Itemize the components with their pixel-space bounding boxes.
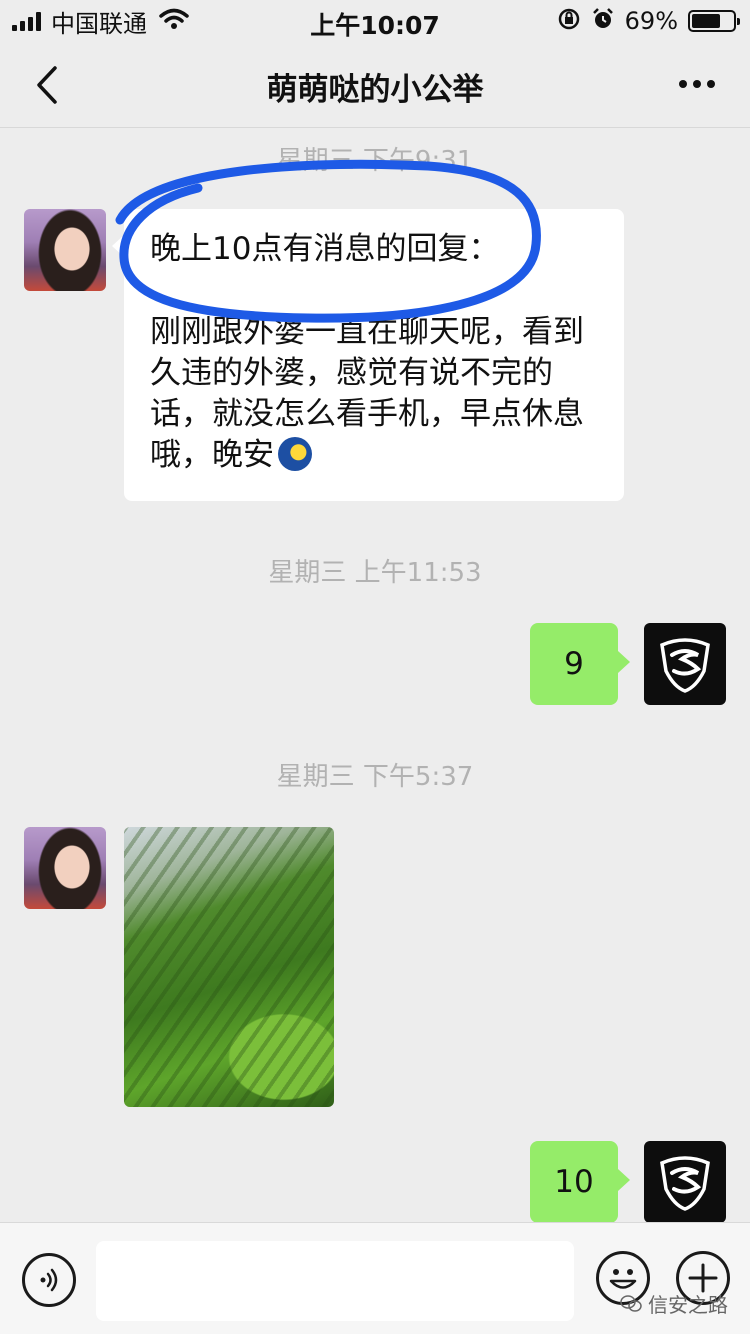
voice-icon [40,1268,58,1292]
message-timestamp: 星期三 下午5:37 [276,762,474,792]
battery-icon [688,10,740,32]
message-body: 刚刚跟外婆一直在聊天呢，看到久违的外婆，感觉有说不完的话，就没怎么看手机，早点休… [150,314,584,473]
message-input[interactable] [96,1241,574,1321]
watermark-text: 信安之路 [648,1293,728,1317]
shield-logo-icon [660,638,710,693]
message-bubble-outgoing[interactable]: 9 [530,623,630,705]
my-avatar[interactable] [644,1141,726,1222]
message-first-line: 晚上10点有消息的回复： [150,231,500,267]
moon-emoji-icon [278,437,312,471]
my-avatar[interactable] [644,623,726,705]
voice-button[interactable] [22,1253,76,1307]
status-bar: 中国联通 上午10:07 69% [0,0,750,42]
message-timestamp: 星期三 下午9:31 [276,146,474,176]
chat-header: 萌萌哒的小公举 [0,42,750,128]
message-bubble-outgoing[interactable]: 10 [530,1141,630,1222]
more-dots-icon [679,80,687,88]
input-bar: 信安之路 [0,1222,750,1334]
battery-percent: 69% [624,7,678,35]
watermark: 信安之路 [620,1289,728,1318]
orientation-lock-icon [557,7,581,35]
chat-title: 萌萌哒的小公举 [266,72,484,108]
tea-field-photo[interactable] [124,827,334,1107]
status-right: 69% [557,6,740,36]
message-bubble-incoming[interactable]: 晚上10点有消息的回复： 刚刚跟外婆一直在聊天呢，看到久违的外婆，感觉有说不完的… [112,209,624,501]
message-timestamp: 星期三 上午11:53 [268,558,482,588]
wechat-logo-icon [620,1294,642,1312]
contact-avatar[interactable] [24,827,106,909]
more-button[interactable] [672,64,722,104]
alarm-icon [591,7,615,35]
shield-logo-icon [660,1156,710,1211]
contact-avatar[interactable] [24,209,106,291]
message-list[interactable]: 星期三 下午9:31 晚上10点有消息的回复： 刚刚跟外婆一直在聊天呢，看到久违… [0,128,750,1222]
